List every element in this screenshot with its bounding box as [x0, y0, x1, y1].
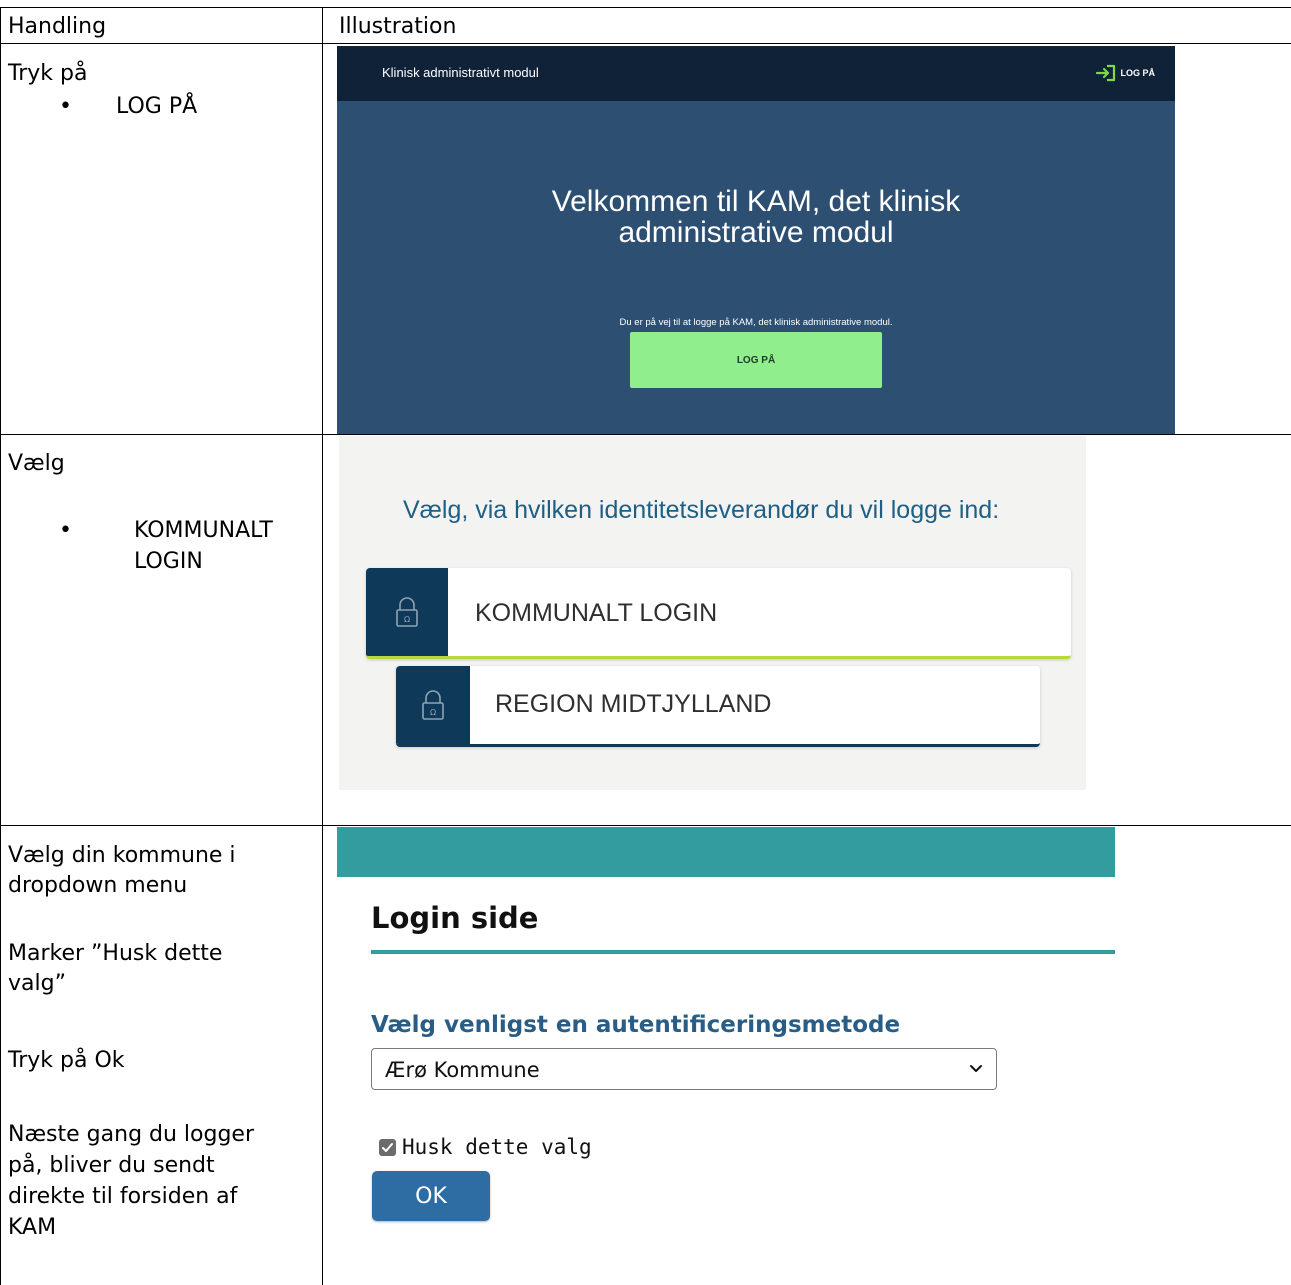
table-left-border [0, 7, 1, 1285]
kam-nav-login-label: LOG PÅ [1120, 68, 1155, 78]
kam-welcome-line2: administrative modul [618, 216, 894, 249]
table-top-border [0, 7, 1291, 8]
row3-step4-line1: Næste gang du logger [8, 1122, 255, 1147]
checkmark-icon [382, 1142, 393, 1152]
chevron-down-icon [970, 1065, 982, 1072]
row1-action-bullet: LOG PÅ [116, 94, 198, 119]
row3-step3: Tryk på Ok [8, 1048, 125, 1073]
kam-login-button[interactable]: LOG PÅ [630, 332, 882, 388]
kam-welcome-screenshot: Klinisk administrativt modul LOG PÅ Velk… [337, 46, 1175, 434]
kam-welcome-line1: Velkommen til KAM, det klinisk [551, 185, 961, 218]
idp-option-label: KOMMUNALT LOGIN [475, 599, 718, 627]
login-page-title: Login side [371, 901, 539, 935]
login-page-header-bar [337, 827, 1115, 877]
table-row1-divider [0, 434, 1291, 435]
remember-label: Husk dette valg [402, 1135, 592, 1159]
kam-app-title: Klinisk administrativt modul [382, 65, 539, 80]
idp-option-kommunalt-login[interactable]: Ω KOMMUNALT LOGIN [366, 568, 1071, 659]
login-page-title-underline [371, 950, 1115, 954]
auth-method-label: Vælg venligst en autentificeringsmetode [371, 1012, 901, 1038]
row3-step1-line2: dropdown menu [8, 873, 188, 898]
remember-choice[interactable]: Husk dette valg [379, 1135, 592, 1159]
idp-selection-screenshot: Vælg, via hvilken identitetsleverandør d… [339, 436, 1086, 790]
bullet-icon: • [59, 94, 72, 119]
row2-action-bullet-line1: KOMMUNALT [134, 518, 273, 543]
kam-welcome-subtext: Du er på vej til at logge på KAM, det kl… [619, 317, 893, 328]
row3-step1-line1: Vælg din kommune i [8, 843, 236, 868]
row3-step4-line4: KAM [8, 1215, 57, 1240]
row1-action-intro: Tryk på [8, 61, 88, 86]
header-handling: Handling [8, 14, 107, 39]
login-page-screenshot: Login side Vælg venligst en autentificer… [337, 877, 1115, 1272]
kam-nav-login-link[interactable]: LOG PÅ [1095, 64, 1155, 82]
idp-lock-box: Ω [396, 666, 470, 744]
row3-step2-line2: valg” [8, 971, 66, 996]
row2-action-bullet-line2: LOGIN [134, 549, 203, 574]
login-arrow-icon [1096, 64, 1116, 82]
kam-welcome-heading: Velkommen til KAM, det klinisk administr… [337, 186, 1175, 248]
idp-heading: Vælg, via hvilken identitetsleverandør d… [403, 496, 1000, 524]
row2-action-intro: Vælg [8, 451, 65, 476]
row3-step4-line2: på, bliver du sendt [8, 1153, 215, 1178]
lock-icon: Ω [422, 690, 444, 720]
municipality-select-value: Ærø Kommune [385, 1058, 540, 1082]
table-row2-divider [0, 825, 1291, 826]
municipality-select[interactable]: Ærø Kommune [371, 1048, 997, 1090]
idp-option-region-midtjylland[interactable]: Ω REGION MIDTJYLLAND [396, 666, 1040, 747]
table-header-divider [0, 43, 1291, 44]
idp-option-label: REGION MIDTJYLLAND [495, 690, 772, 718]
svg-text:Ω: Ω [404, 615, 410, 624]
remember-checkbox[interactable] [379, 1138, 396, 1156]
ok-button[interactable]: OK [372, 1171, 490, 1221]
row3-step4-line3: direkte til forsiden af [8, 1184, 238, 1209]
idp-lock-box: Ω [366, 568, 448, 656]
bullet-icon: • [59, 518, 72, 543]
kam-topbar: Klinisk administrativt modul LOG PÅ [337, 46, 1175, 101]
lock-icon: Ω [396, 597, 418, 627]
table-column-divider [322, 7, 323, 1285]
svg-text:Ω: Ω [430, 708, 436, 717]
row3-step2-line1: Marker ”Husk dette [8, 941, 223, 966]
header-illustration: Illustration [339, 14, 457, 39]
